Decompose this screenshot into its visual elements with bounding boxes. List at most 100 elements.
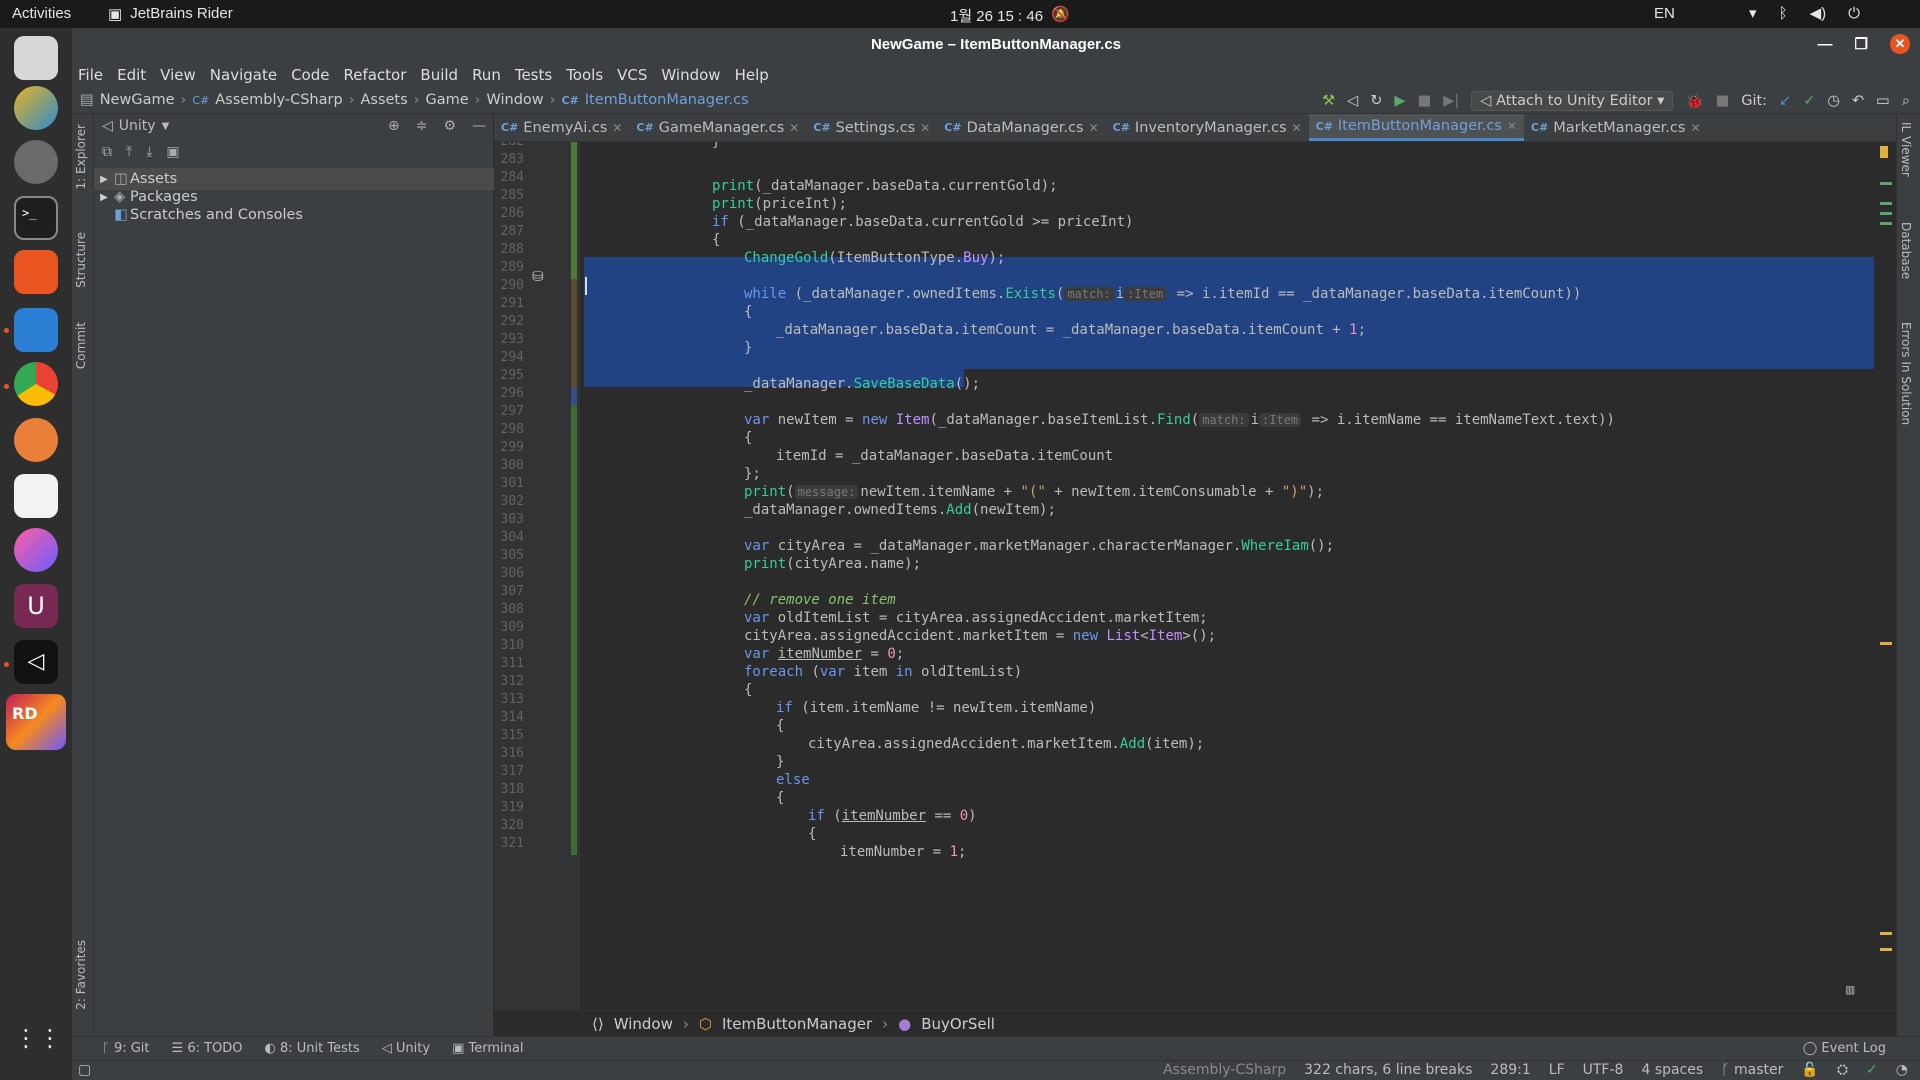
file-manager-icon[interactable]	[14, 308, 58, 352]
menu-code[interactable]: Code	[291, 66, 329, 84]
debug-bug-icon[interactable]: 🐞	[1685, 93, 1703, 110]
tab-enemyai[interactable]: C# EnemyAi.cs ✕	[494, 114, 629, 141]
todo-tool-button[interactable]: ☰ 6: TODO	[172, 1041, 243, 1056]
git-tool-button[interactable]: ᚴ 9: Git	[102, 1041, 150, 1056]
window-titlebar[interactable]: NewGame – ItemButtonManager.cs — ❐ ✕	[72, 28, 1920, 62]
launcher-app-icon[interactable]	[14, 86, 58, 130]
menu-tools[interactable]: Tools	[566, 66, 603, 84]
close-tab-icon[interactable]: ✕	[1292, 121, 1302, 135]
wifi-icon[interactable]: ▾	[1749, 4, 1757, 22]
screenshot-app-icon[interactable]	[14, 36, 58, 80]
git-commit-check-icon[interactable]: ✓	[1803, 93, 1815, 109]
tab-datamanager[interactable]: C# DataManager.cs ✕	[937, 114, 1105, 141]
run-icon[interactable]: ▶	[1394, 93, 1405, 109]
panel-toggle-icon[interactable]: ▢	[78, 1062, 91, 1078]
warning-marker[interactable]	[1880, 642, 1892, 645]
crumb-file[interactable]: ItemButtonManager.cs	[585, 92, 749, 108]
gear-icon[interactable]: ⚙	[443, 118, 456, 134]
errors-tool-tab[interactable]: Errors In Solution	[1899, 322, 1913, 425]
crumb-class[interactable]: ItemButtonManager	[722, 1015, 872, 1033]
paste-import-icon[interactable]: ⛁	[532, 269, 544, 285]
menu-refactor[interactable]: Refactor	[343, 66, 406, 84]
inspection-ok-icon[interactable]: ✓	[1866, 1062, 1878, 1078]
status-line-separator[interactable]: LF	[1549, 1062, 1565, 1078]
git-update-icon[interactable]: ↙	[1779, 93, 1791, 109]
rider-icon[interactable]: RD	[6, 694, 66, 750]
ubuntu-u-icon[interactable]: U	[14, 584, 58, 628]
vcs-change-marker[interactable]	[571, 142, 577, 279]
git-rollback-icon[interactable]: ↶	[1852, 93, 1864, 109]
close-tab-icon[interactable]: ✕	[920, 121, 930, 135]
unity-connect-icon[interactable]: ◁	[1347, 93, 1358, 109]
minimize-icon[interactable]: —	[1818, 36, 1833, 53]
terminal-icon[interactable]: >_	[14, 196, 58, 240]
menu-edit[interactable]: Edit	[117, 66, 146, 84]
menu-run[interactable]: Run	[472, 66, 501, 84]
maximize-icon[interactable]: ❐	[1855, 35, 1868, 53]
bluetooth-icon[interactable]: ᛒ	[1779, 5, 1788, 22]
tree-item-scratches[interactable]: ◧ Scratches and Consoles	[94, 204, 494, 226]
menu-help[interactable]: Help	[735, 66, 769, 84]
crumb-namespace[interactable]: Window	[614, 1015, 673, 1033]
crumb-assets[interactable]: Assets	[360, 92, 407, 108]
change-marker[interactable]	[1880, 212, 1892, 215]
close-tab-icon[interactable]: ✕	[612, 121, 622, 135]
editor-scrollbar[interactable]	[1876, 142, 1896, 1010]
tab-inventorymanager[interactable]: C# InventoryManager.cs ✕	[1106, 114, 1309, 141]
stop-icon[interactable]: ■	[1418, 93, 1432, 109]
expand-icon[interactable]: ⤒	[126, 144, 132, 160]
vcs-change-marker[interactable]	[571, 387, 577, 405]
locate-icon[interactable]: ⊕	[388, 118, 400, 134]
collapse-icon[interactable]: ⤓	[146, 144, 152, 160]
warning-marker[interactable]	[1880, 948, 1892, 951]
change-marker[interactable]	[1880, 222, 1892, 225]
crumb-game[interactable]: Game	[425, 92, 468, 108]
gitkraken-icon[interactable]	[14, 418, 58, 462]
show-files-icon[interactable]: ⧉	[102, 144, 112, 160]
solution-status-icon[interactable]: ⛭	[1837, 1062, 1848, 1078]
close-tab-icon[interactable]: ✕	[1089, 121, 1099, 135]
unity-tool-button[interactable]: ◁ Unity	[382, 1041, 430, 1056]
show-applications-icon[interactable]: ⋮⋮⋮	[14, 1024, 86, 1068]
vcs-change-marker[interactable]	[571, 405, 577, 855]
menu-build[interactable]: Build	[420, 66, 458, 84]
chevron-down-icon[interactable]: ▼	[162, 121, 170, 132]
code-editor[interactable]: 2822832842852862872882892902912922932942…	[494, 142, 1896, 1010]
favorites-tool-tab[interactable]: 2: Favorites	[74, 940, 88, 1010]
menu-window[interactable]: Window	[661, 66, 720, 84]
warning-marker[interactable]	[1880, 932, 1892, 935]
drawing-app-icon[interactable]	[14, 474, 58, 518]
krita-icon[interactable]	[14, 528, 58, 572]
change-marker[interactable]	[1880, 202, 1892, 205]
close-tab-icon[interactable]: ✕	[1507, 119, 1517, 133]
crumb-assembly[interactable]: Assembly-CSharp	[215, 92, 342, 108]
warning-marker[interactable]	[1880, 146, 1888, 158]
run-configuration-select[interactable]: ◁ Attach to Unity Editor ▾	[1471, 91, 1674, 111]
terminal-tool-button[interactable]: ▣ Terminal	[452, 1041, 523, 1056]
chrome-icon[interactable]	[14, 362, 58, 406]
layout-icon[interactable]: ▭	[1876, 93, 1890, 109]
preview-icon[interactable]: ▣	[166, 144, 179, 160]
menu-vcs[interactable]: VCS	[617, 66, 647, 84]
stop-debug-icon[interactable]: ■	[1716, 93, 1730, 109]
expand-arrow-icon[interactable]: ▶	[94, 192, 114, 203]
system-tray[interactable]: ▾ ᛒ ◀) ⏻	[1749, 4, 1860, 23]
reader-mode-icon[interactable]: ▥	[1846, 982, 1854, 998]
input-language[interactable]: EN	[1654, 5, 1675, 22]
close-window-icon[interactable]: ✕	[1890, 34, 1910, 54]
search-everywhere-icon[interactable]: ⌕	[1902, 93, 1910, 109]
tab-settings[interactable]: C# Settings.cs ✕	[806, 114, 937, 141]
git-history-icon[interactable]: ◷	[1827, 93, 1840, 109]
tab-marketmanager[interactable]: C# MarketManager.cs ✕	[1524, 114, 1708, 141]
tab-gamemanager[interactable]: C# GameManager.cs ✕	[629, 114, 806, 141]
database-tool-tab[interactable]: Database	[1899, 222, 1913, 279]
explorer-tool-tab[interactable]: 1: Explorer	[74, 124, 88, 189]
vcs-change-marker[interactable]	[571, 279, 577, 387]
tab-itembuttonmanager[interactable]: C# ItemButtonManager.cs ✕	[1308, 114, 1524, 141]
unit-tests-tool-button[interactable]: ◐ 8: Unit Tests	[265, 1041, 360, 1056]
close-tab-icon[interactable]: ✕	[1690, 121, 1700, 135]
status-encoding[interactable]: UTF-8	[1583, 1062, 1624, 1078]
expand-arrow-icon[interactable]: ▶	[94, 174, 114, 185]
unity-icon[interactable]: ◁	[14, 640, 58, 684]
menu-file[interactable]: File	[78, 66, 103, 84]
